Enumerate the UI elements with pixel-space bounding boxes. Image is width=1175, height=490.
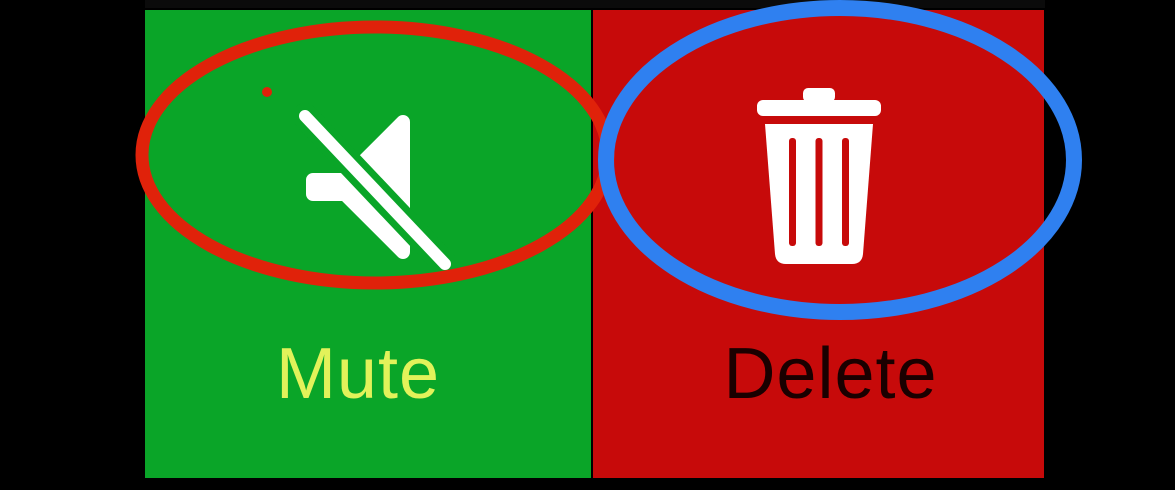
swipe-actions-panel: Mute Delete <box>0 0 1175 490</box>
row-top-edge <box>145 0 1045 8</box>
mute-label: Mute <box>275 334 441 414</box>
mute-button[interactable]: Mute <box>145 10 591 478</box>
delete-label: Delete <box>723 334 938 414</box>
trash-icon <box>757 88 881 264</box>
speaker-muted-icon <box>295 103 455 272</box>
delete-button[interactable]: Delete <box>593 10 1044 478</box>
